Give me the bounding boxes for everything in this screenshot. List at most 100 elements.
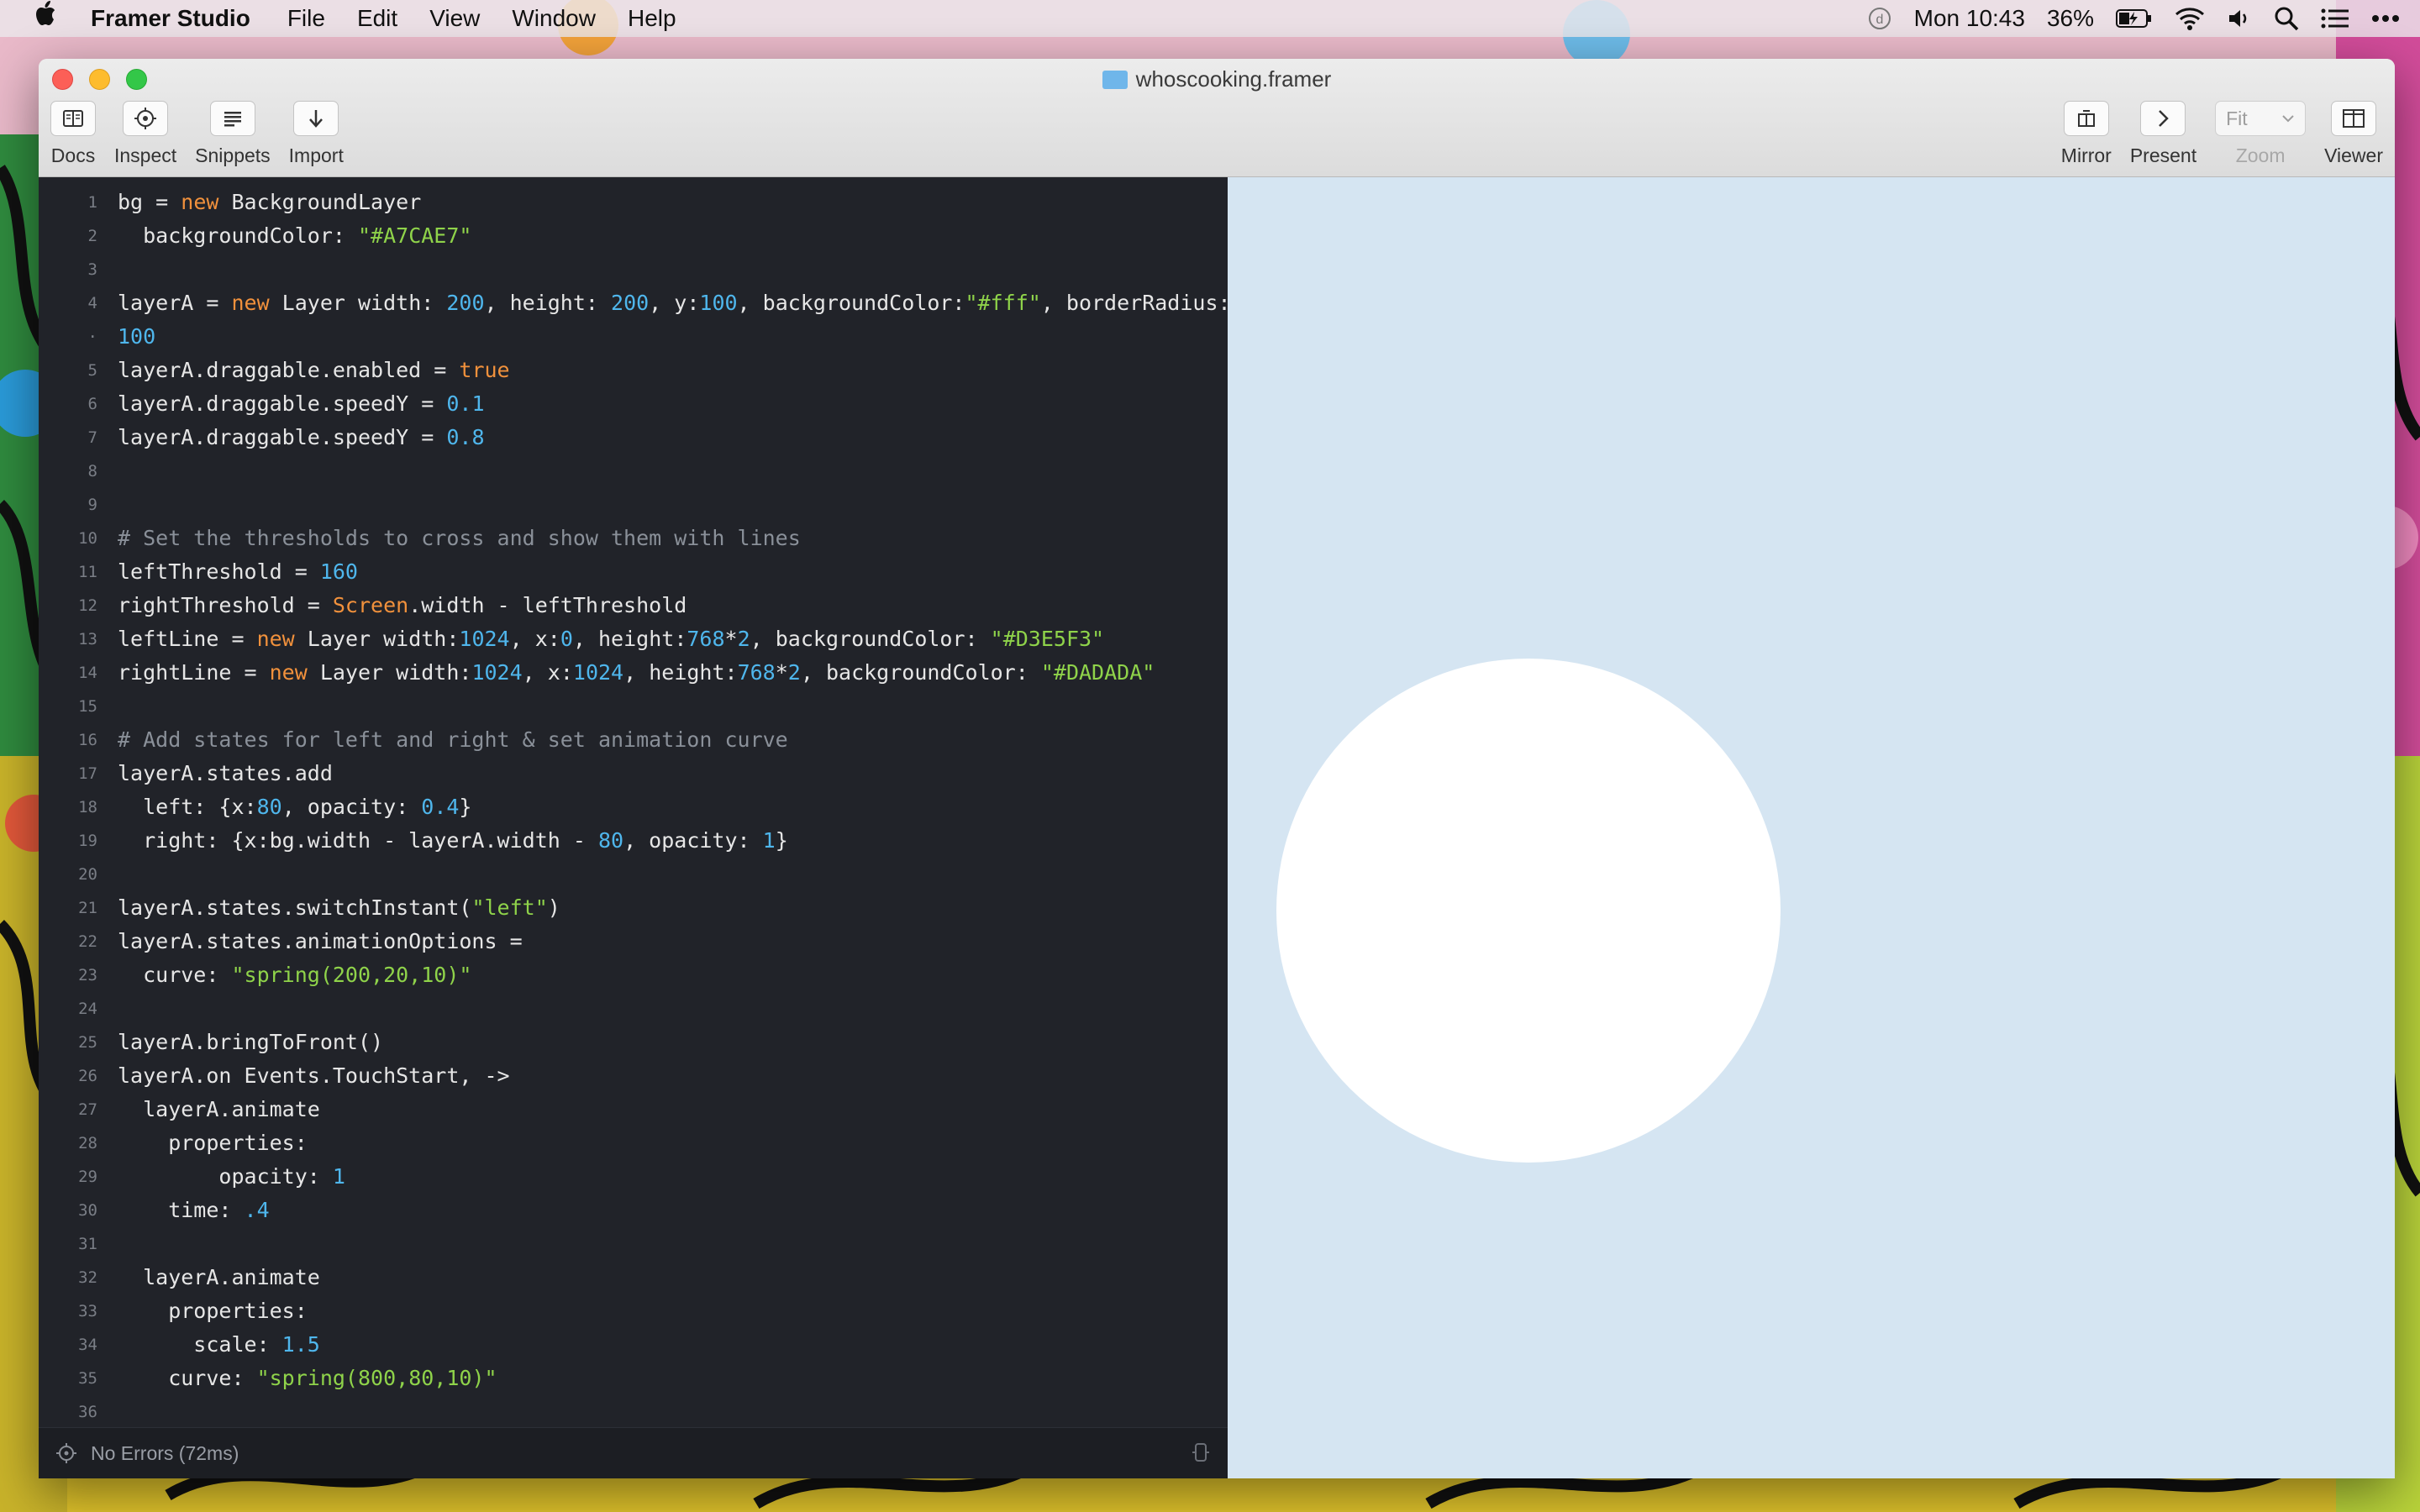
code-line[interactable]: 27 layerA.animate — [39, 1093, 1228, 1126]
code-line[interactable]: 1 bg = new BackgroundLayer — [39, 186, 1228, 219]
menu-help[interactable]: Help — [628, 0, 676, 37]
code-line[interactable]: 31 — [39, 1227, 1228, 1261]
snippets-icon[interactable] — [209, 101, 255, 136]
code-line[interactable]: 6 layerA.draggable.speedY = 0.1 — [39, 387, 1228, 421]
code-line[interactable]: 15 — [39, 690, 1228, 723]
code-line[interactable]: 19 right: {x:bg.width - layerA.width - 8… — [39, 824, 1228, 858]
code-line[interactable]: 35 curve: "spring(800,80,10)" — [39, 1362, 1228, 1395]
code-editor[interactable]: 1 bg = new BackgroundLayer 2 backgroundCol… — [39, 177, 1228, 1478]
app-menu[interactable]: Framer Studio — [91, 0, 250, 37]
code-line[interactable]: 32 layerA.animate — [39, 1261, 1228, 1294]
line-content[interactable]: bg = new BackgroundLayer — [118, 186, 421, 219]
code-line[interactable]: 12 rightThreshold = Screen.width - leftTh… — [39, 589, 1228, 622]
status-item-icon[interactable]: d — [1867, 0, 1892, 37]
line-content[interactable]: # Add states for left and right & set an… — [118, 723, 788, 757]
line-content[interactable]: layerA.bringToFront() — [118, 1026, 383, 1059]
apple-menu-icon[interactable] — [32, 0, 66, 38]
import-button[interactable]: Import — [289, 101, 344, 166]
code-line[interactable]: 4 layerA = new Layer width: 200, height: … — [39, 286, 1228, 320]
line-content[interactable]: layerA.states.switchInstant("left") — [118, 891, 560, 925]
line-content[interactable]: properties: — [118, 1294, 308, 1328]
line-content[interactable]: 100 — [118, 320, 155, 354]
code-line[interactable]: 9 — [39, 488, 1228, 522]
docs-icon[interactable] — [50, 101, 96, 136]
present-button[interactable]: Present — [2130, 101, 2196, 166]
docs-button[interactable]: Docs — [50, 101, 96, 166]
line-content[interactable]: layerA = new Layer width: 200, height: 2… — [118, 286, 1228, 320]
code-lines[interactable]: 1 bg = new BackgroundLayer 2 backgroundCol… — [39, 186, 1228, 1429]
more-icon[interactable] — [2371, 0, 2400, 37]
line-content[interactable]: layerA.on Events.TouchStart, -> — [118, 1059, 510, 1093]
menu-window[interactable]: Window — [512, 0, 596, 37]
wifi-icon[interactable] — [2175, 0, 2205, 37]
line-content[interactable]: layerA.states.add — [118, 757, 333, 790]
code-line[interactable]: 24 — [39, 992, 1228, 1026]
code-line[interactable]: 17 layerA.states.add — [39, 757, 1228, 790]
mirror-icon[interactable] — [2063, 101, 2109, 136]
code-line[interactable]: 14 rightLine = new Layer width:1024, x:10… — [39, 656, 1228, 690]
present-icon[interactable] — [2140, 101, 2186, 136]
layer-a-circle[interactable] — [1276, 659, 1781, 1163]
target-icon[interactable] — [55, 1442, 77, 1464]
code-line[interactable]: 23 curve: "spring(200,20,10)" — [39, 958, 1228, 992]
code-line[interactable]: 11 leftThreshold = 160 — [39, 555, 1228, 589]
clock[interactable]: Mon 10:43 — [1914, 5, 2025, 32]
code-line[interactable]: 13 leftLine = new Layer width:1024, x:0, … — [39, 622, 1228, 656]
menu-edit[interactable]: Edit — [357, 0, 397, 37]
code-line[interactable]: 30 time: .4 — [39, 1194, 1228, 1227]
zoom-control[interactable]: Fit Zoom — [2215, 101, 2307, 166]
line-content[interactable]: layerA.draggable.speedY = 0.1 — [118, 387, 485, 421]
spotlight-search-icon[interactable] — [2274, 0, 2299, 37]
mirror-button[interactable]: Mirror — [2061, 101, 2112, 166]
line-content[interactable]: right: {x:bg.width - layerA.width - 80, … — [118, 824, 788, 858]
code-line[interactable]: 25 layerA.bringToFront() — [39, 1026, 1228, 1059]
code-line[interactable]: 7 layerA.draggable.speedY = 0.8 — [39, 421, 1228, 454]
code-line[interactable]: 18 left: {x:80, opacity: 0.4} — [39, 790, 1228, 824]
code-line[interactable]: 2 backgroundColor: "#A7CAE7" — [39, 219, 1228, 253]
code-line[interactable]: 21 layerA.states.switchInstant("left") — [39, 891, 1228, 925]
code-line[interactable]: 16 # Add states for left and right & set … — [39, 723, 1228, 757]
menu-view[interactable]: View — [429, 0, 480, 37]
line-content[interactable]: curve: "spring(200,20,10)" — [118, 958, 471, 992]
menu-file[interactable]: File — [287, 0, 325, 37]
code-line[interactable]: 20 — [39, 858, 1228, 891]
line-content[interactable]: opacity: 1 — [118, 1160, 345, 1194]
code-line[interactable]: 34 scale: 1.5 — [39, 1328, 1228, 1362]
inspect-icon[interactable] — [123, 101, 169, 136]
line-content[interactable]: layerA.animate — [118, 1261, 320, 1294]
code-line[interactable]: 36 — [39, 1395, 1228, 1429]
device-icon[interactable] — [1191, 1442, 1211, 1464]
code-line[interactable]: 28 properties: — [39, 1126, 1228, 1160]
line-content[interactable]: properties: — [118, 1126, 308, 1160]
zoom-select[interactable]: Fit — [2215, 101, 2307, 136]
prototype-preview[interactable] — [1228, 177, 2395, 1478]
line-content[interactable]: scale: 1.5 — [118, 1328, 320, 1362]
code-line[interactable]: 22 layerA.states.animationOptions = — [39, 925, 1228, 958]
code-line[interactable]: 5 layerA.draggable.enabled = true — [39, 354, 1228, 387]
code-line[interactable]: 33 properties: — [39, 1294, 1228, 1328]
import-icon[interactable] — [293, 101, 339, 136]
code-line[interactable]: 3 — [39, 253, 1228, 286]
inspect-button[interactable]: Inspect — [114, 101, 176, 166]
line-content[interactable]: rightThreshold = Screen.width - leftThre… — [118, 589, 687, 622]
line-content[interactable]: leftLine = new Layer width:1024, x:0, he… — [118, 622, 1104, 656]
code-line[interactable]: 10 # Set the thresholds to cross and show… — [39, 522, 1228, 555]
line-content[interactable]: # Set the thresholds to cross and show t… — [118, 522, 801, 555]
line-content[interactable]: leftThreshold = 160 — [118, 555, 358, 589]
volume-icon[interactable] — [2227, 0, 2252, 37]
battery-percent[interactable]: 36% — [2047, 5, 2094, 32]
notification-center-icon[interactable] — [2321, 0, 2349, 37]
viewer-button[interactable]: Viewer — [2324, 101, 2383, 166]
line-content[interactable]: rightLine = new Layer width:1024, x:1024… — [118, 656, 1155, 690]
line-content[interactable]: layerA.animate — [118, 1093, 320, 1126]
line-content[interactable]: layerA.draggable.speedY = 0.8 — [118, 421, 485, 454]
line-content[interactable]: left: {x:80, opacity: 0.4} — [118, 790, 471, 824]
code-line[interactable]: 8 — [39, 454, 1228, 488]
line-content[interactable]: layerA.draggable.enabled = true — [118, 354, 510, 387]
line-content[interactable]: backgroundColor: "#A7CAE7" — [118, 219, 471, 253]
code-line[interactable]: 26 layerA.on Events.TouchStart, -> — [39, 1059, 1228, 1093]
line-content[interactable]: layerA.states.animationOptions = — [118, 925, 523, 958]
snippets-button[interactable]: Snippets — [195, 101, 271, 166]
battery-charging-icon[interactable] — [2116, 0, 2153, 37]
code-line[interactable]: 29 opacity: 1 — [39, 1160, 1228, 1194]
